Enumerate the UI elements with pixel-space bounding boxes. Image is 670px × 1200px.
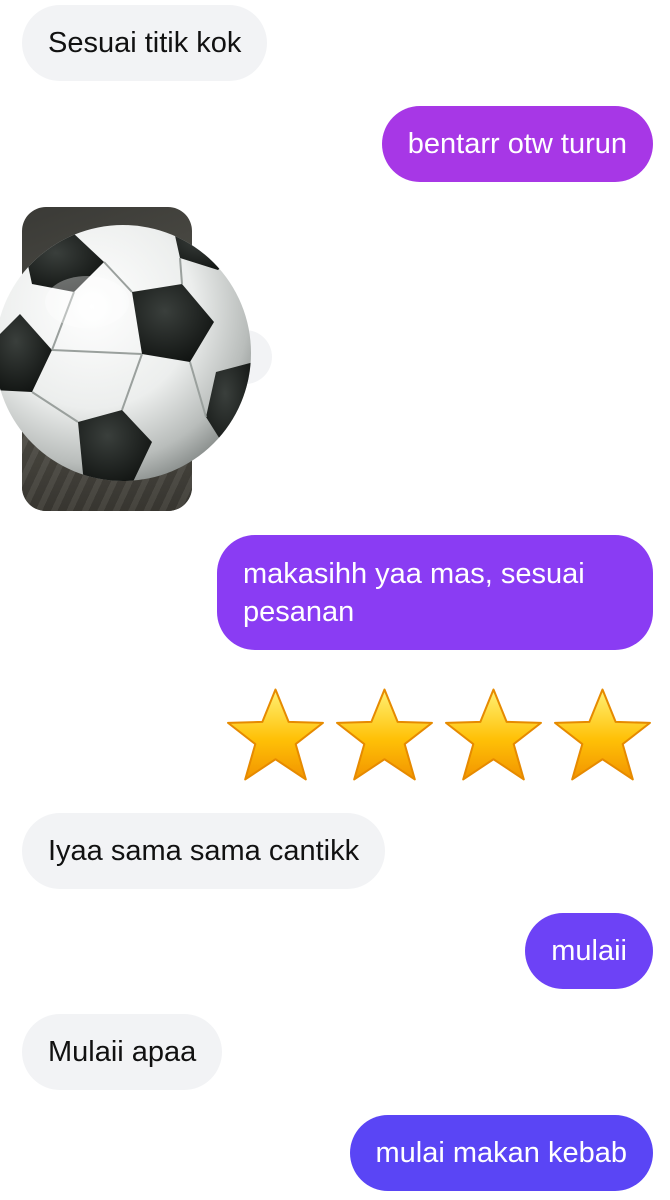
star-icon [554, 688, 651, 781]
message-text: Iyaa sama sama cantikk [48, 835, 360, 867]
chat-thread: Sesuai titik kok bentarr otw turun makas… [0, 0, 670, 1200]
star-icon [445, 688, 542, 781]
message-incoming-bubble[interactable]: Sesuai titik kok [22, 5, 268, 81]
message-text: bentarr otw turun [407, 128, 627, 160]
message-incoming-bubble[interactable]: Iyaa sama sama cantikk [22, 813, 386, 889]
message-outgoing-bubble[interactable]: bentarr otw turun [381, 106, 653, 182]
message-outgoing-bubble[interactable]: mulaii [525, 913, 653, 989]
star-emoji-message[interactable] [225, 686, 653, 784]
message-outgoing-bubble[interactable]: makasihh yaa mas, sesuai pesanan [217, 535, 653, 650]
message-text: mulaii [551, 935, 627, 967]
message-text: Sesuai titik kok [48, 27, 242, 59]
star-icon [227, 688, 324, 781]
message-text: makasihh yaa mas, sesuai pesanan [243, 558, 585, 628]
message-incoming-bubble[interactable]: Mulaii apaa [22, 1014, 223, 1090]
star-icon [336, 688, 433, 781]
message-text: mulai makan kebab [375, 1137, 627, 1169]
soccer-ball-icon [0, 225, 251, 481]
message-outgoing-bubble[interactable]: mulai makan kebab [349, 1115, 653, 1191]
message-text: Mulaii apaa [48, 1036, 197, 1068]
